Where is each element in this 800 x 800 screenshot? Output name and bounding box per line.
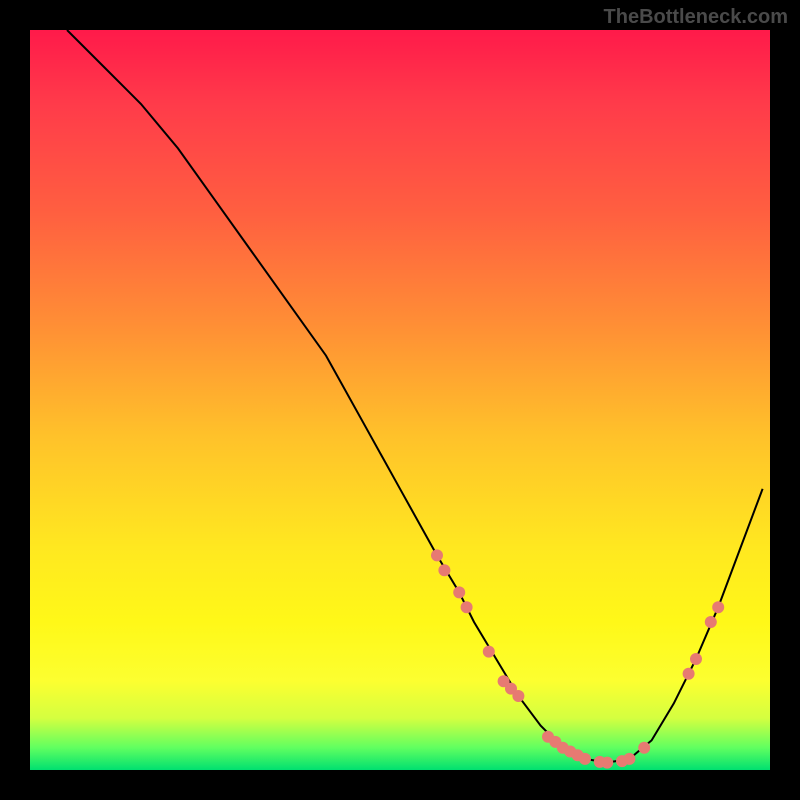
- chart-plot-area: [30, 30, 770, 770]
- data-point-marker: [483, 646, 495, 658]
- data-point-marker: [438, 564, 450, 576]
- data-point-marker: [623, 753, 635, 765]
- data-point-marker: [453, 586, 465, 598]
- data-point-marker: [461, 601, 473, 613]
- data-point-marker: [683, 668, 695, 680]
- watermark-text: TheBottleneck.com: [604, 6, 788, 29]
- data-point-marker: [512, 690, 524, 702]
- data-point-marker: [705, 616, 717, 628]
- data-point-marker: [712, 601, 724, 613]
- bottleneck-curve-line: [67, 30, 763, 763]
- data-point-marker: [579, 753, 591, 765]
- data-point-marker: [638, 742, 650, 754]
- data-point-marker: [690, 653, 702, 665]
- data-point-markers: [431, 549, 724, 768]
- data-point-marker: [431, 549, 443, 561]
- data-point-marker: [601, 757, 613, 769]
- chart-svg: [30, 30, 770, 770]
